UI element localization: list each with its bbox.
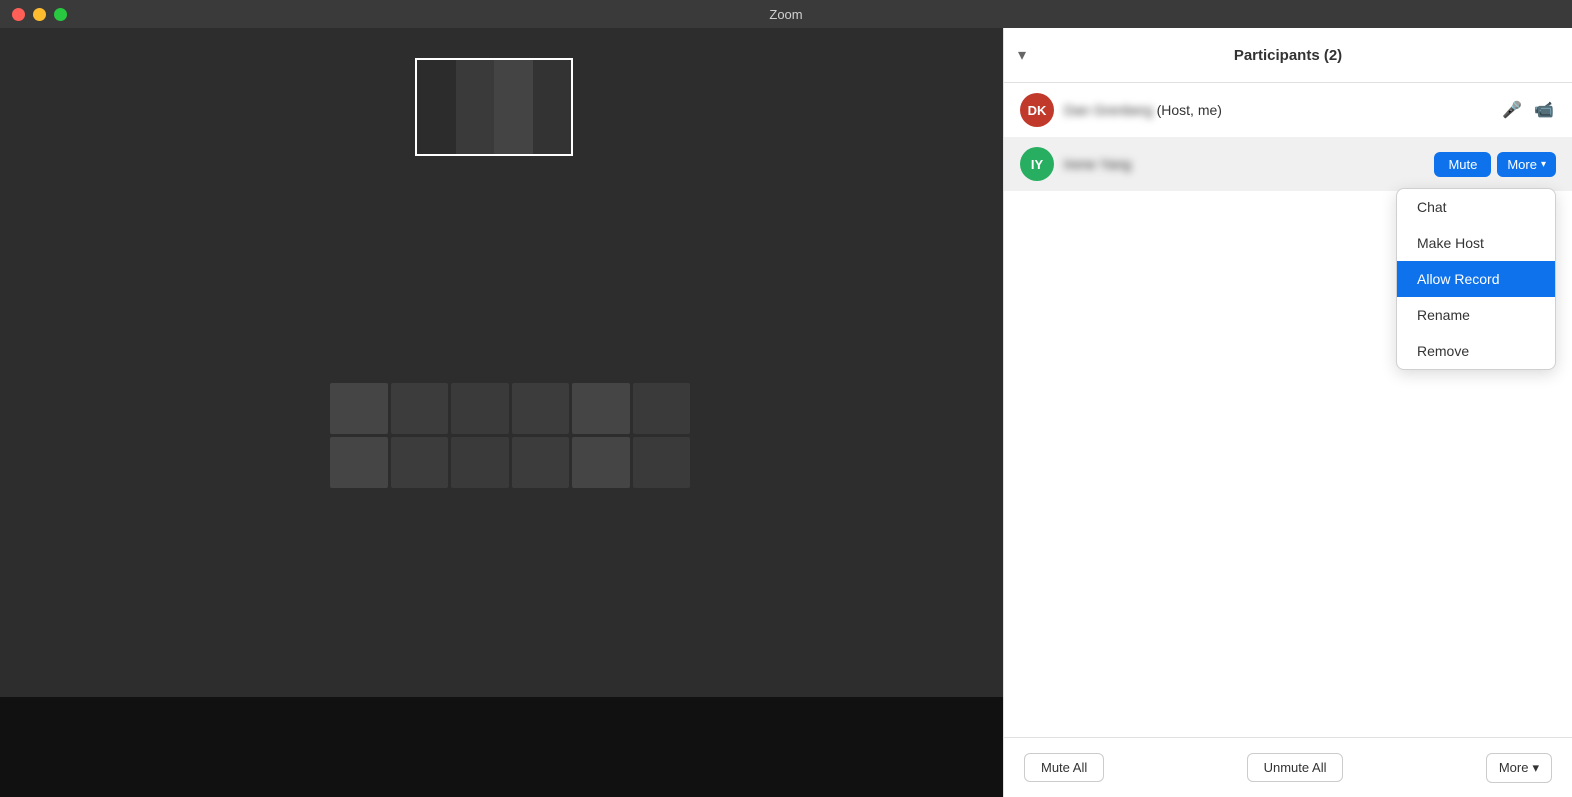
footer-more-button[interactable]: More ▾ xyxy=(1486,753,1552,783)
chevron-down-icon: ▾ xyxy=(1541,159,1546,170)
participant-icons: 🎤 📹 xyxy=(1500,98,1556,122)
dropdown-item-chat[interactable]: Chat xyxy=(1397,189,1555,225)
vc-block xyxy=(391,383,449,434)
vc-block xyxy=(512,437,570,488)
window-title: Zoom xyxy=(769,7,802,22)
close-button[interactable] xyxy=(12,8,25,21)
vc-block xyxy=(512,383,570,434)
participant-name: Dan Grenberg (Host, me) xyxy=(1064,102,1490,118)
action-buttons: Mute More ▾ Chat Make Host Allow Record … xyxy=(1434,152,1556,177)
participant-row-iy: IY Irene Yang Mute More ▾ Chat xyxy=(1004,137,1572,191)
participant-list: DK Dan Grenberg (Host, me) 🎤 📹 IY Irene … xyxy=(1004,83,1572,737)
dropdown-item-make-host[interactable]: Make Host xyxy=(1397,225,1555,261)
participant-name-iy: Irene Yang xyxy=(1064,156,1424,172)
dropdown-item-rename[interactable]: Rename xyxy=(1397,297,1555,333)
video-main xyxy=(0,28,1003,697)
vc-block xyxy=(330,383,388,434)
video-thumbnail xyxy=(415,58,573,156)
dropdown-item-remove[interactable]: Remove xyxy=(1397,333,1555,369)
maximize-button[interactable] xyxy=(54,8,67,21)
main-content: ▾ Participants (2) DK Dan Grenberg (Host… xyxy=(0,28,1572,797)
more-button[interactable]: More ▾ xyxy=(1497,152,1556,177)
more-label: More xyxy=(1507,157,1537,172)
window-controls xyxy=(12,8,67,21)
collapse-button[interactable]: ▾ xyxy=(1018,45,1026,65)
video-content-area xyxy=(330,383,690,488)
vt-block-1 xyxy=(417,60,456,154)
participants-title: Participants (2) xyxy=(1234,47,1342,64)
chevron-down-icon: ▾ xyxy=(1018,47,1026,64)
video-thumb-inner xyxy=(417,60,571,154)
video-icon[interactable]: 📹 xyxy=(1532,98,1556,122)
vc-block xyxy=(633,437,691,488)
sidebar-header: ▾ Participants (2) xyxy=(1004,28,1572,83)
vc-block xyxy=(633,383,691,434)
vt-block-3 xyxy=(494,60,533,154)
microphone-icon[interactable]: 🎤 xyxy=(1500,98,1524,122)
more-dropdown-menu: Chat Make Host Allow Record Rename Remov… xyxy=(1396,188,1556,370)
vc-block xyxy=(391,437,449,488)
vt-block-2 xyxy=(456,60,495,154)
mute-button[interactable]: Mute xyxy=(1434,152,1491,177)
avatar-initials-iy: IY xyxy=(1031,157,1043,172)
footer-more-label: More xyxy=(1499,760,1529,775)
avatar-initials: DK xyxy=(1028,103,1047,118)
vc-block xyxy=(451,437,509,488)
avatar: DK xyxy=(1020,93,1054,127)
vc-block xyxy=(572,383,630,434)
vc-block xyxy=(451,383,509,434)
vc-block xyxy=(572,437,630,488)
minimize-button[interactable] xyxy=(33,8,46,21)
more-button-container: More ▾ Chat Make Host Allow Record Renam… xyxy=(1497,152,1556,177)
mute-all-button[interactable]: Mute All xyxy=(1024,753,1104,782)
dropdown-item-allow-record[interactable]: Allow Record xyxy=(1397,261,1555,297)
vt-block-4 xyxy=(533,60,572,154)
participant-role: (Host, me) xyxy=(1157,102,1222,118)
participant-name-iy-blurred: Irene Yang xyxy=(1064,156,1131,172)
participant-row: DK Dan Grenberg (Host, me) 🎤 📹 xyxy=(1004,83,1572,137)
avatar-iy: IY xyxy=(1020,147,1054,181)
bottom-bar xyxy=(0,697,1003,797)
title-bar: Zoom xyxy=(0,0,1572,28)
sidebar-footer: Mute All Unmute All More ▾ xyxy=(1004,737,1572,797)
footer-chevron-down-icon: ▾ xyxy=(1532,760,1539,776)
participant-name-blurred: Dan Grenberg xyxy=(1064,102,1153,118)
sidebar: ▾ Participants (2) DK Dan Grenberg (Host… xyxy=(1003,28,1572,797)
unmute-all-button[interactable]: Unmute All xyxy=(1247,753,1344,782)
vc-block xyxy=(330,437,388,488)
video-area xyxy=(0,28,1003,797)
